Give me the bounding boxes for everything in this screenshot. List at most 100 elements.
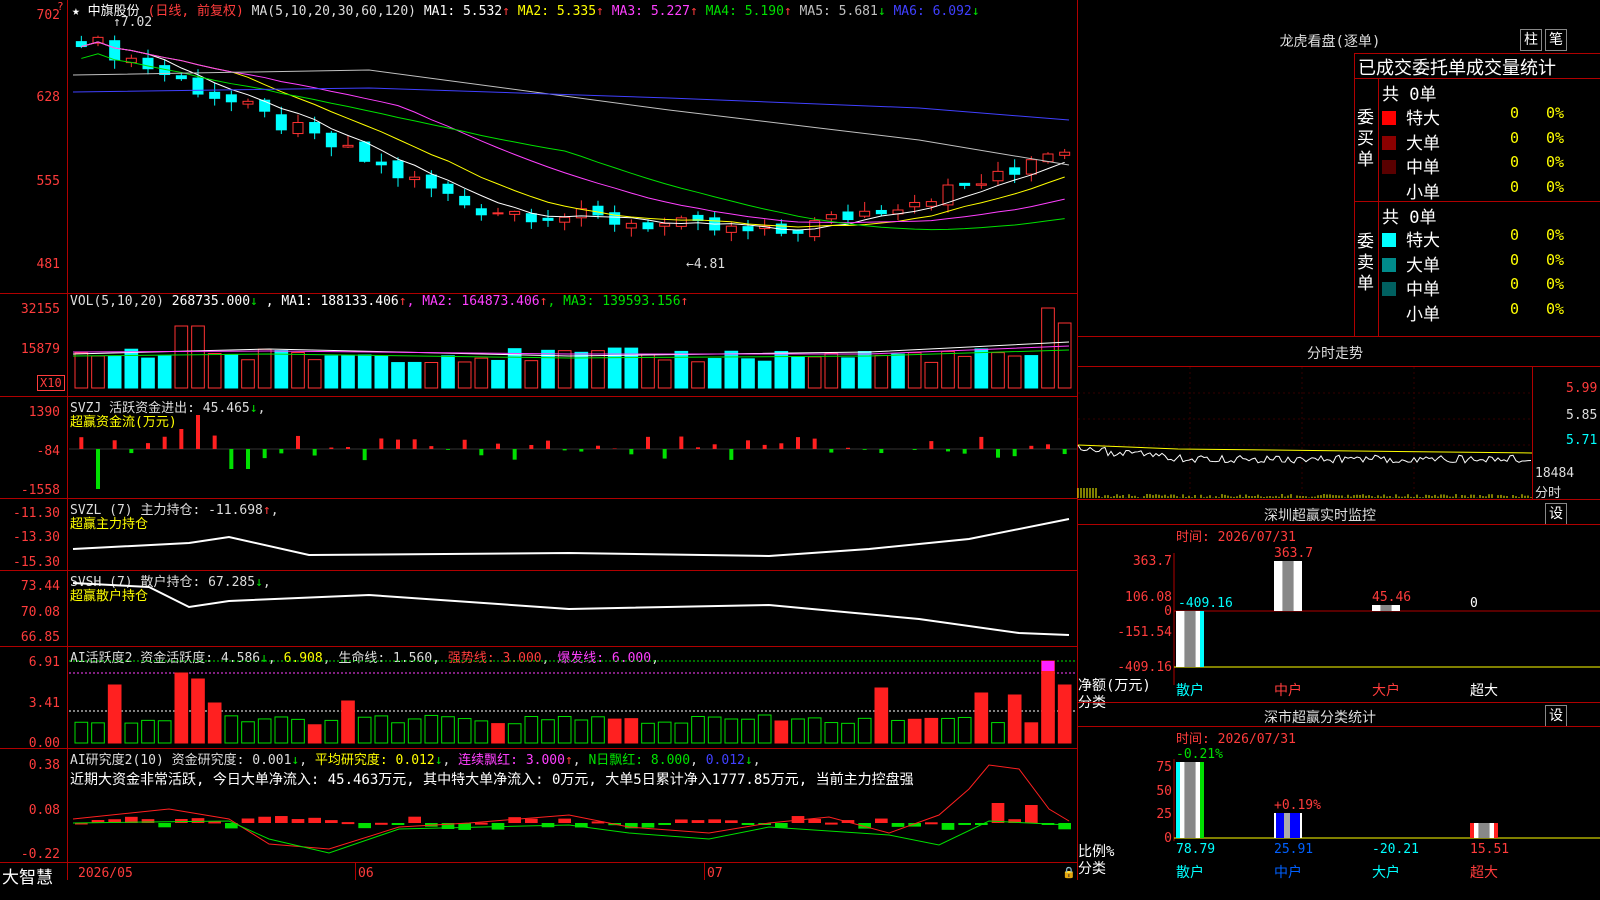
flow-bar <box>379 438 384 449</box>
candle-body <box>959 182 971 186</box>
flow-bar <box>746 440 750 449</box>
activity-bar <box>641 722 655 744</box>
flow-bar <box>1046 444 1050 449</box>
sz-monitor-title: 深圳超赢实时监控 <box>1264 508 1376 524</box>
candle-body <box>909 201 921 208</box>
retail-ratio-bar-edge <box>1200 762 1204 838</box>
order-count: 0 <box>1510 299 1520 318</box>
lock-icon[interactable]: 🔒 <box>1062 866 1076 879</box>
research-bar <box>958 823 971 825</box>
help-icon[interactable]: ? <box>57 0 64 13</box>
super-ratio-bar-edge <box>1470 823 1474 838</box>
activity-bar <box>807 717 822 744</box>
volume-bar <box>1007 355 1022 389</box>
sz-classify-top-label: +0.19% <box>1274 798 1321 813</box>
flow-bar <box>429 446 434 449</box>
main-position-line <box>72 518 1070 558</box>
ma6-line <box>72 87 1070 121</box>
candle-body <box>1059 151 1071 156</box>
svsh-tick: 70.08 <box>20 605 60 620</box>
order-size-label: 小单 <box>1406 182 1440 203</box>
candle-body <box>1009 167 1021 175</box>
flow-bar <box>362 449 367 461</box>
activity-bar <box>357 716 372 744</box>
research-bar <box>241 818 255 823</box>
sz-monitor-tick: 363.7 <box>1133 554 1172 569</box>
price-tick: 702 <box>36 8 60 23</box>
candle-body <box>842 211 854 221</box>
buy-total: 共 0单 <box>1382 85 1437 105</box>
volume-bar <box>891 353 905 389</box>
candle-body <box>642 222 654 230</box>
candle-body <box>309 122 321 134</box>
flow-bar <box>712 444 717 449</box>
research-bar <box>641 823 655 828</box>
brand-logo[interactable]: 大智慧 <box>2 863 53 888</box>
order-percent: 0% <box>1546 128 1565 147</box>
vol-tick: 15879 <box>20 342 60 357</box>
candlestick-chart[interactable]: ↑7.02 ←4.81 <box>69 0 1077 293</box>
volume-bar <box>341 355 355 389</box>
research-bar <box>325 820 338 823</box>
volume-bar <box>307 359 322 389</box>
candle-body <box>225 94 237 103</box>
sz-monitor-category: 中户 <box>1274 682 1302 699</box>
flow-bar <box>946 449 950 452</box>
vol-tick: 32155 <box>20 302 60 317</box>
activity-bar <box>557 716 572 744</box>
activity-bar <box>157 720 172 744</box>
activity-bar <box>824 722 839 744</box>
svzj-tick: -84 <box>36 444 60 459</box>
sz-classify-value: -20.21 <box>1372 842 1419 857</box>
order-size-label: 中单 <box>1406 158 1440 178</box>
activity-bar <box>91 722 105 744</box>
svzl-tick: -11.30 <box>13 506 60 521</box>
ai-research-tick: 0.08 <box>28 803 60 818</box>
flow-bar <box>846 447 850 449</box>
sz-classify-category: 中户 <box>1274 864 1302 881</box>
order-count: 0 <box>1510 275 1520 293</box>
volume-chart <box>72 307 1072 389</box>
sz-classify-tick: 25 <box>1156 807 1172 822</box>
activity-bar <box>707 716 722 744</box>
volume-bar <box>157 355 172 389</box>
candle-body <box>559 216 571 223</box>
order-row: 中单 <box>1382 275 1440 300</box>
vol-unit-badge[interactable]: X10 <box>37 375 65 391</box>
sz-classify-value: 78.79 <box>1176 842 1215 857</box>
activity-bar <box>1041 660 1055 744</box>
activity-bar <box>507 723 522 744</box>
research-bar <box>658 823 671 825</box>
tick-view-button[interactable]: 笔 <box>1545 29 1567 51</box>
flow-bar <box>629 449 634 455</box>
candle-body <box>875 209 887 215</box>
sz-monitor-settings-button[interactable]: 设 <box>1545 503 1567 525</box>
volume-bar <box>591 350 605 389</box>
candle-body <box>492 212 504 215</box>
research-bar <box>741 823 755 825</box>
candles <box>75 35 1071 242</box>
sz-ratio-bar-chart: 75 50 25 0 -0.21% +0.19% 78.79 25.91 -20.21 15.51… <box>1156 747 1600 881</box>
activity-bar <box>857 717 872 744</box>
sz-classify-tick: 50 <box>1156 784 1172 799</box>
activity-bar <box>741 718 755 744</box>
order-percent: 0% <box>1546 275 1565 293</box>
activity-bar <box>107 684 122 744</box>
research-bar <box>158 823 171 828</box>
flow-bar <box>446 449 450 450</box>
flow-bar <box>929 441 934 449</box>
research-bar <box>1058 823 1071 830</box>
bar-view-button[interactable]: 柱 <box>1520 29 1542 51</box>
buy-order-label: 委买单 <box>1357 108 1374 170</box>
flow-bar <box>329 447 334 449</box>
intraday-chart[interactable] <box>1077 367 1533 499</box>
flow-bar <box>179 429 184 449</box>
mid-ratio-bar-shade <box>1284 813 1290 838</box>
order-percent: 0% <box>1546 177 1565 196</box>
retail-position-line <box>72 582 1070 636</box>
volume-bar <box>174 325 189 389</box>
sz-classify-settings-button[interactable]: 设 <box>1545 705 1567 727</box>
research-bar <box>341 822 355 825</box>
activity-bar <box>774 720 789 744</box>
sz-classify-value: 15.51 <box>1470 842 1509 857</box>
